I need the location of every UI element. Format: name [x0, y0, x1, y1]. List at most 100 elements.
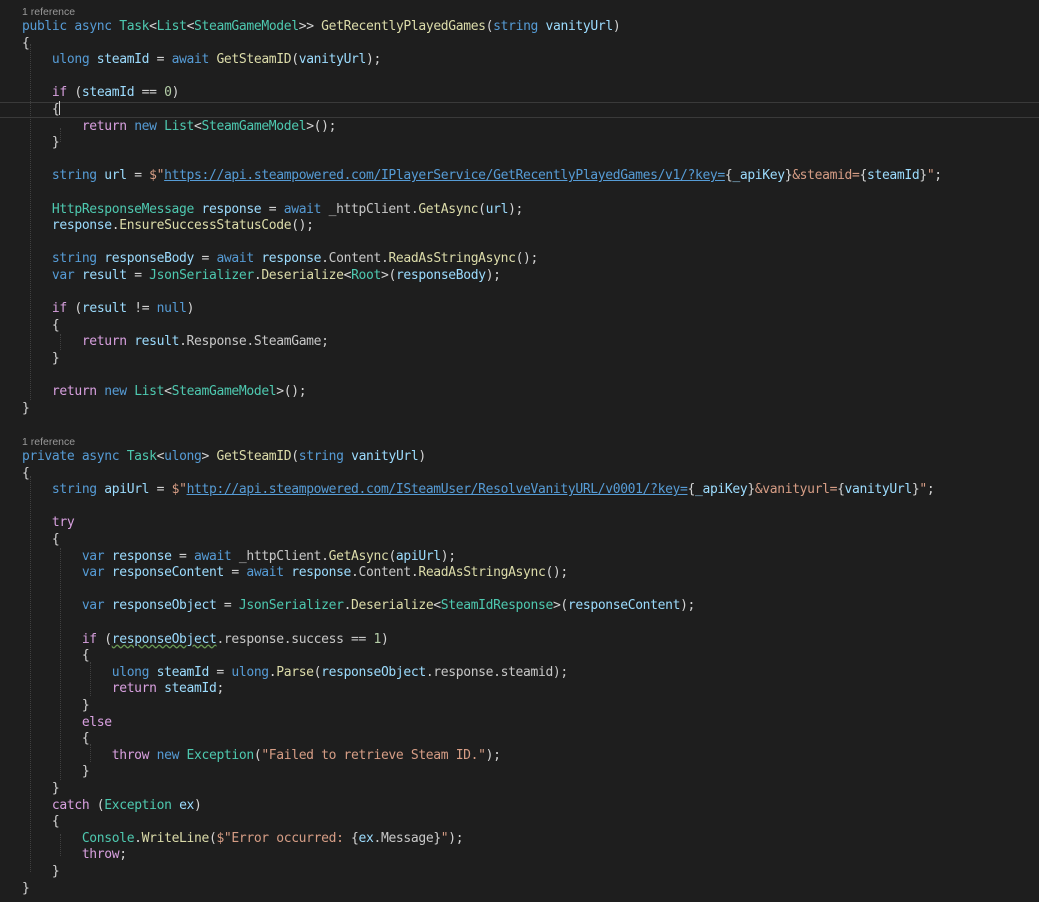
- code-token: .: [343, 598, 352, 614]
- code-line[interactable]: }: [22, 763, 90, 780]
- code-line[interactable]: return new List<SteamGameModel>();: [22, 118, 337, 135]
- code-token: {: [81, 648, 90, 664]
- code-token: GetRecentlyPlayedGames: [321, 19, 486, 34]
- code-token: Root: [351, 268, 381, 283]
- code-token: string: [51, 482, 97, 498]
- code-line[interactable]: {: [22, 730, 90, 747]
- code-line[interactable]: {: [22, 465, 30, 482]
- code-token: (: [96, 631, 112, 647]
- code-token: List: [134, 384, 165, 400]
- code-line[interactable]: }: [22, 780, 60, 797]
- code-token: ();: [545, 565, 568, 581]
- code-token: }: [433, 830, 441, 846]
- code-line[interactable]: public async Task<List<SteamGameModel>> …: [22, 18, 621, 35]
- code-token: return: [51, 384, 97, 400]
- code-line[interactable]: string url = $"https://api.steampowered.…: [22, 167, 942, 184]
- code-token: null: [156, 301, 187, 317]
- code-token: );: [508, 201, 524, 217]
- code-line[interactable]: return result.Response.SteamGame;: [22, 333, 329, 350]
- code-token: else: [81, 714, 112, 730]
- codelens-references[interactable]: 1 reference: [22, 5, 75, 19]
- code-line[interactable]: ulong steamId = ulong.Parse(responseObje…: [22, 664, 569, 681]
- code-line[interactable]: if (steamId == 0): [22, 84, 180, 101]
- code-token: <: [164, 384, 172, 400]
- code-token: GetSteamID: [216, 52, 292, 68]
- code-token: ();: [291, 218, 314, 234]
- code-token: SteamGameModel: [194, 19, 299, 34]
- code-token: );: [680, 598, 696, 614]
- code-line[interactable]: }: [22, 350, 60, 367]
- code-token: await: [246, 565, 284, 581]
- code-token: "Failed to retrieve Steam ID.": [261, 747, 486, 763]
- code-line[interactable]: if (responseObject.response.success == 1…: [22, 631, 389, 648]
- code-line[interactable]: }: [22, 134, 60, 151]
- code-line[interactable]: string responseBody = await response.Con…: [22, 250, 538, 267]
- code-token: ;: [926, 482, 935, 498]
- code-token: steamId: [96, 52, 150, 68]
- code-token: apiUrl: [104, 482, 150, 498]
- code-line[interactable]: {: [22, 35, 30, 52]
- code-token: {: [51, 102, 60, 117]
- code-token: response: [51, 218, 112, 234]
- code-token: return: [81, 334, 127, 350]
- code-token: response: [261, 251, 322, 267]
- code-line[interactable]: return steamId;: [22, 680, 225, 697]
- code-line[interactable]: {: [22, 531, 60, 548]
- code-line[interactable]: {: [22, 647, 90, 664]
- code-line[interactable]: }: [22, 863, 60, 880]
- code-token: SteamIdResponse: [440, 598, 554, 614]
- code-token: }: [51, 135, 60, 151]
- code-line[interactable]: {: [22, 101, 61, 118]
- code-token: GetSteamID: [216, 449, 292, 464]
- code-line[interactable]: var result = JsonSerializer.Deserialize<…: [22, 267, 501, 284]
- code-line[interactable]: throw;: [22, 846, 127, 863]
- code-token: responseContent: [111, 565, 225, 581]
- code-line[interactable]: HttpResponseMessage response = await _ht…: [22, 201, 523, 218]
- code-line[interactable]: Console.WriteLine($"Error occurred: {ex.…: [22, 830, 464, 847]
- code-token: _httpClient.: [231, 548, 329, 564]
- code-token: {: [22, 465, 30, 481]
- code-token: response: [111, 548, 172, 564]
- code-line[interactable]: var responseObject = JsonSerializer.Dese…: [22, 597, 696, 614]
- code-line[interactable]: }: [22, 880, 30, 897]
- code-line[interactable]: var responseContent = await response.Con…: [22, 564, 568, 581]
- code-line[interactable]: return new List<SteamGameModel>();: [22, 383, 307, 400]
- code-token: >(: [552, 598, 568, 614]
- code-token: responseObject: [111, 598, 217, 614]
- code-line[interactable]: {: [22, 317, 60, 334]
- code-token: steamId: [164, 681, 217, 697]
- code-line[interactable]: {: [22, 813, 60, 830]
- code-token: async: [81, 449, 120, 464]
- code-token: =: [223, 565, 247, 581]
- code-line[interactable]: var response = await _httpClient.GetAsyn…: [22, 548, 456, 565]
- code-token: );: [485, 268, 501, 283]
- code-line[interactable]: }: [22, 697, 90, 714]
- code-token: ulong: [111, 664, 150, 680]
- code-token: {: [687, 482, 696, 498]
- code-line[interactable]: else: [22, 714, 112, 731]
- code-token: &steamid=: [792, 168, 860, 184]
- code-line[interactable]: response.EnsureSuccessStatusCode();: [22, 217, 314, 234]
- code-line[interactable]: string apiUrl = $"http://api.steampowere…: [22, 481, 935, 498]
- code-token: result: [134, 334, 180, 350]
- code-line[interactable]: try: [22, 514, 75, 531]
- code-editor[interactable]: 1 reference 1 reference public async Tas…: [0, 0, 1039, 902]
- code-line[interactable]: }: [22, 400, 30, 417]
- code-line[interactable]: private async Task<ulong> GetSteamID(str…: [22, 448, 426, 465]
- code-token: steamId: [156, 664, 210, 680]
- code-token: =: [126, 268, 150, 283]
- code-line[interactable]: if (result != null): [22, 300, 195, 317]
- codelens-references[interactable]: 1 reference: [22, 435, 75, 449]
- code-line[interactable]: catch (Exception ex): [22, 797, 202, 814]
- code-line[interactable]: ulong steamId = await GetSteamID(vanityU…: [22, 51, 381, 68]
- code-line[interactable]: throw new Exception("Failed to retrieve …: [22, 747, 501, 764]
- text-cursor: [59, 101, 61, 115]
